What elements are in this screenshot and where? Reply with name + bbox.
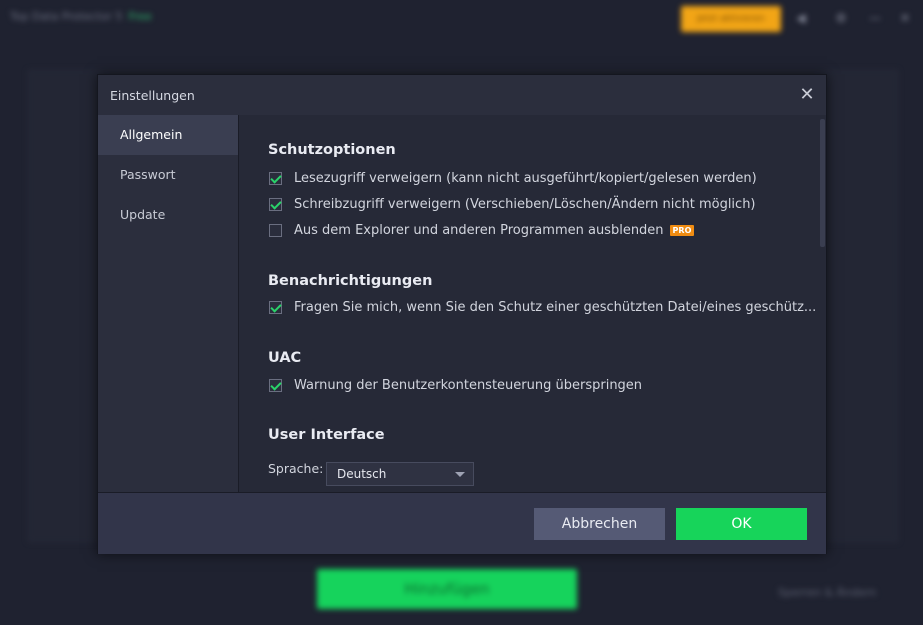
option-deny-read[interactable]: Lesezugriff verweigern (kann nicht ausge…: [269, 171, 757, 186]
upgrade-button[interactable]: Jetzt aktivieren: [681, 6, 781, 32]
checkbox-skip-uac[interactable]: [269, 379, 282, 392]
dialog-titlebar: Einstellungen ✕: [98, 75, 826, 116]
language-label: Sprache:: [268, 461, 324, 476]
app-title-text: Top Data Protector 5: [10, 10, 123, 23]
cancel-button[interactable]: Abbrechen: [534, 508, 665, 540]
megaphone-icon[interactable]: ◀: [793, 11, 809, 25]
option-label: Lesezugriff verweigern (kann nicht ausge…: [294, 171, 757, 186]
lock-change-link[interactable]: Sperren & Ändern: [778, 586, 876, 599]
app-title: Top Data Protector 5 Free: [10, 10, 152, 23]
content-scrollbar[interactable]: [818, 115, 826, 492]
option-hide-explorer[interactable]: Aus dem Explorer und anderen Programmen …: [269, 223, 695, 238]
sidebar-item-update[interactable]: Update: [98, 195, 238, 235]
language-value: Deutsch: [337, 467, 387, 481]
checkbox-deny-write[interactable]: [269, 198, 282, 211]
option-label: Fragen Sie mich, wenn Sie den Schutz ein…: [294, 300, 817, 315]
settings-sidebar: Allgemein Passwort Update: [98, 115, 239, 492]
settings-dialog: Einstellungen ✕ Allgemein Passwort Updat…: [97, 74, 827, 554]
sidebar-item-password[interactable]: Passwort: [98, 155, 238, 195]
section-heading-ui: User Interface: [268, 427, 385, 443]
ok-button[interactable]: OK: [676, 508, 807, 540]
option-deny-write[interactable]: Schreibzugriff verweigern (Verschieben/L…: [269, 197, 756, 212]
close-icon[interactable]: ✕: [796, 84, 818, 106]
settings-content: Schutzoptionen Lesezugriff verweigern (k…: [239, 115, 826, 492]
option-label: Warnung der Benutzerkontensteuerung über…: [294, 378, 643, 393]
option-label: Aus dem Explorer und anderen Programmen …: [294, 223, 664, 238]
option-label: Schreibzugriff verweigern (Verschieben/L…: [294, 197, 756, 212]
dialog-footer: Abbrechen OK: [98, 492, 826, 554]
dialog-title: Einstellungen: [110, 88, 195, 103]
sidebar-item-general[interactable]: Allgemein: [98, 115, 238, 155]
minimize-icon[interactable]: —: [867, 11, 883, 25]
section-heading-protection: Schutzoptionen: [268, 142, 396, 158]
section-heading-uac: UAC: [268, 350, 302, 366]
pro-badge: PRO: [669, 225, 695, 236]
add-button[interactable]: Hinzufügen: [317, 569, 577, 609]
option-skip-uac[interactable]: Warnung der Benutzerkontensteuerung über…: [269, 378, 642, 393]
language-select[interactable]: Deutsch: [326, 462, 474, 486]
option-ask-unprotect[interactable]: Fragen Sie mich, wenn Sie den Schutz ein…: [269, 300, 816, 315]
settings-icon[interactable]: ⚙: [833, 11, 849, 25]
edition-label: Free: [128, 10, 152, 23]
checkbox-deny-read[interactable]: [269, 172, 282, 185]
chevron-down-icon: [455, 472, 465, 477]
scrollbar-thumb[interactable]: [820, 119, 825, 247]
checkbox-hide-explorer[interactable]: [269, 224, 282, 237]
checkbox-ask-unprotect[interactable]: [269, 301, 282, 314]
window-close-icon[interactable]: ✕: [897, 11, 913, 25]
section-heading-notifications: Benachrichtigungen: [268, 273, 433, 289]
